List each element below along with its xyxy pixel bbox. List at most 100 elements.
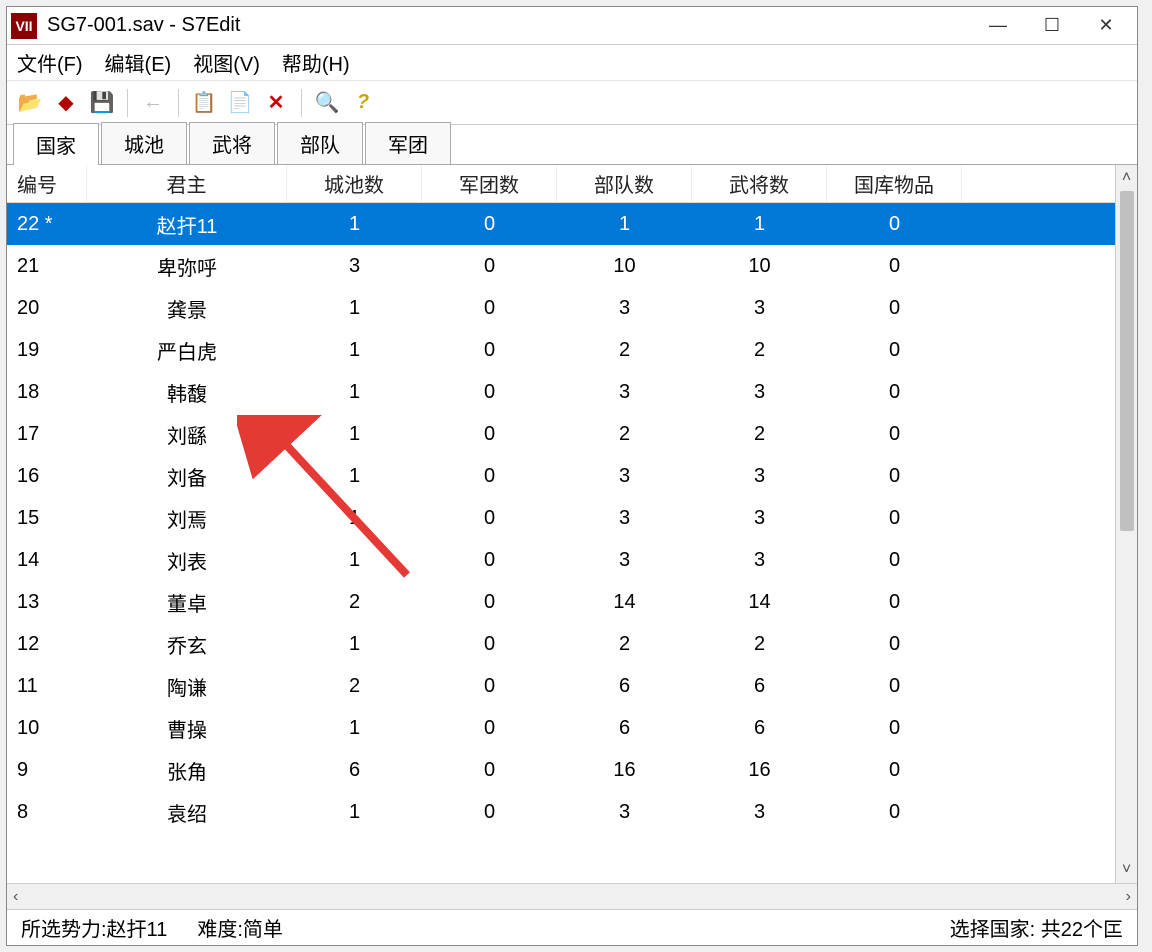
- cell: 0: [827, 633, 962, 656]
- scroll-left-icon[interactable]: ‹: [13, 888, 18, 906]
- scroll-thumb[interactable]: [1120, 191, 1134, 531]
- cell: 10: [557, 255, 692, 278]
- horizontal-scrollbar[interactable]: ‹ ›: [7, 883, 1137, 909]
- table-row[interactable]: 19严白虎10220: [7, 329, 1115, 371]
- menu-file[interactable]: 文件(F): [17, 48, 83, 77]
- menu-edit[interactable]: 编辑(E): [105, 48, 172, 77]
- table-row[interactable]: 20龚景10330: [7, 287, 1115, 329]
- cell: 严白虎: [87, 336, 287, 365]
- cell: 0: [827, 213, 962, 236]
- toolbar: 📂 ◆ 💾 ← 📋 📄 ✕ 🔍 ?: [7, 81, 1137, 125]
- table-row[interactable]: 15刘焉10330: [7, 497, 1115, 539]
- cell: 0: [827, 255, 962, 278]
- cell: 20: [7, 297, 87, 320]
- app-window: VII SG7-001.sav - S7Edit — ☐ ✕ 文件(F) 编辑(…: [6, 6, 1138, 946]
- table-body: 22 *赵扞111011021卑弥呼301010020龚景1033019严白虎1…: [7, 203, 1115, 883]
- menu-view[interactable]: 视图(V): [193, 48, 260, 77]
- cell: 2: [557, 423, 692, 446]
- tab-城池[interactable]: 城池: [101, 122, 187, 164]
- cell: 1: [287, 549, 422, 572]
- cell: 张角: [87, 756, 287, 785]
- delete-icon[interactable]: ✕: [261, 88, 291, 118]
- column-header[interactable]: 编号: [7, 165, 87, 202]
- column-header[interactable]: 武将数: [692, 165, 827, 202]
- cell: 3: [287, 255, 422, 278]
- cell: 0: [422, 255, 557, 278]
- cell: 2: [692, 633, 827, 656]
- scroll-right-icon[interactable]: ›: [1126, 888, 1131, 906]
- paste-icon[interactable]: 📄: [225, 88, 255, 118]
- scroll-up-icon[interactable]: ˄: [1122, 169, 1131, 187]
- cell: 3: [557, 381, 692, 404]
- cell: 乔玄: [87, 630, 287, 659]
- table-row[interactable]: 12乔玄10220: [7, 623, 1115, 665]
- cell: 3: [692, 549, 827, 572]
- cell: 0: [422, 717, 557, 740]
- save-icon[interactable]: 💾: [87, 88, 117, 118]
- table-row[interactable]: 22 *赵扞1110110: [7, 203, 1115, 245]
- titlebar: VII SG7-001.sav - S7Edit — ☐ ✕: [7, 7, 1137, 45]
- tab-部队[interactable]: 部队: [277, 122, 363, 164]
- cell: 14: [7, 549, 87, 572]
- cell: 16: [7, 465, 87, 488]
- cell: 2: [557, 339, 692, 362]
- cell: 3: [692, 297, 827, 320]
- open-icon[interactable]: 📂: [15, 88, 45, 118]
- close-button[interactable]: ✕: [1079, 9, 1133, 43]
- tab-武将[interactable]: 武将: [189, 122, 275, 164]
- cell: 1: [287, 297, 422, 320]
- table-row[interactable]: 10曹操10660: [7, 707, 1115, 749]
- tab-国家[interactable]: 国家: [13, 123, 99, 165]
- tab-军团[interactable]: 军团: [365, 122, 451, 164]
- search-icon[interactable]: 🔍: [312, 88, 342, 118]
- cell: 6: [287, 759, 422, 782]
- copy-icon[interactable]: 📋: [189, 88, 219, 118]
- table-row[interactable]: 17刘繇10220: [7, 413, 1115, 455]
- table-row[interactable]: 21卑弥呼3010100: [7, 245, 1115, 287]
- table-row[interactable]: 9张角6016160: [7, 749, 1115, 791]
- cell: 6: [557, 717, 692, 740]
- column-header[interactable]: 部队数: [557, 165, 692, 202]
- table-row[interactable]: 18韩馥10330: [7, 371, 1115, 413]
- column-header[interactable]: 国库物品: [827, 165, 962, 202]
- cell: 6: [692, 717, 827, 740]
- status-difficulty: 难度:简单: [197, 913, 283, 942]
- cell: 3: [557, 801, 692, 824]
- cell: 陶谦: [87, 672, 287, 701]
- table-row[interactable]: 8袁绍10330: [7, 791, 1115, 833]
- cell: 1: [287, 465, 422, 488]
- table-row[interactable]: 14刘表10330: [7, 539, 1115, 581]
- cell: 刘表: [87, 546, 287, 575]
- minimize-button[interactable]: —: [971, 9, 1025, 43]
- cell: 1: [287, 213, 422, 236]
- maximize-button[interactable]: ☐: [1025, 9, 1079, 43]
- cell: 3: [692, 507, 827, 530]
- cell: 2: [557, 633, 692, 656]
- cell: 9: [7, 759, 87, 782]
- help-icon[interactable]: ?: [348, 88, 378, 118]
- data-table: 编号君主城池数军团数部队数武将数国库物品 22 *赵扞111011021卑弥呼3…: [7, 165, 1115, 883]
- table-row[interactable]: 13董卓2014140: [7, 581, 1115, 623]
- menu-help[interactable]: 帮助(H): [282, 48, 350, 77]
- column-header[interactable]: 军团数: [422, 165, 557, 202]
- cell: 0: [422, 549, 557, 572]
- cell: 22 *: [7, 213, 87, 236]
- cell: 0: [422, 297, 557, 320]
- cell: 3: [557, 297, 692, 320]
- cell: 13: [7, 591, 87, 614]
- tabbar: 国家城池武将部队军团: [7, 125, 1137, 165]
- cell: 3: [692, 381, 827, 404]
- table-row[interactable]: 16刘备10330: [7, 455, 1115, 497]
- back-icon[interactable]: ←: [138, 88, 168, 118]
- table-row[interactable]: 11陶谦20660: [7, 665, 1115, 707]
- cell: 1: [287, 339, 422, 362]
- cell: 1: [287, 423, 422, 446]
- diamond-icon[interactable]: ◆: [51, 88, 81, 118]
- column-header[interactable]: 君主: [87, 165, 287, 202]
- vertical-scrollbar[interactable]: ˄ ˅: [1115, 165, 1137, 883]
- menubar: 文件(F) 编辑(E) 视图(V) 帮助(H): [7, 45, 1137, 81]
- scroll-down-icon[interactable]: ˅: [1122, 861, 1131, 879]
- cell: 0: [422, 381, 557, 404]
- app-icon: VII: [11, 13, 37, 39]
- column-header[interactable]: 城池数: [287, 165, 422, 202]
